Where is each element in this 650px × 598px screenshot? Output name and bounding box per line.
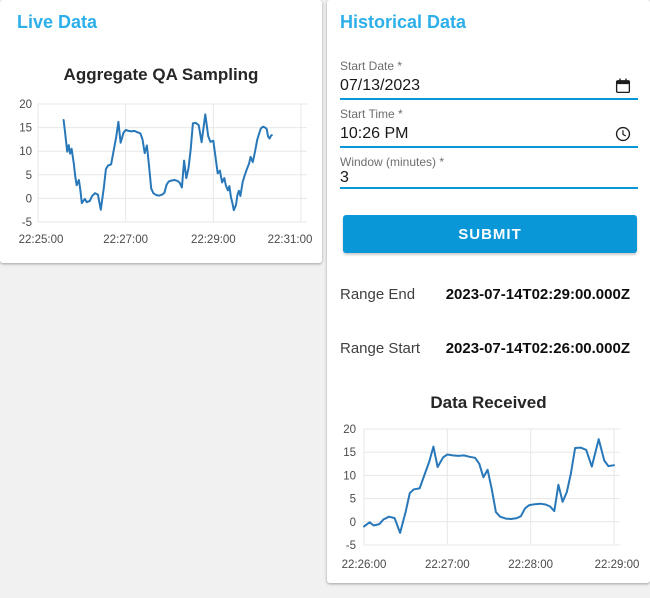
svg-text:15: 15 [343,447,356,459]
svg-text:15: 15 [19,123,32,135]
svg-text:22:25:00: 22:25:00 [19,234,64,246]
live-chart-canvas: 20 15 10 5 0 -5 22:25:00 22:27:00 22:29:00 22:31:… [19,99,313,246]
svg-text:22:31:00: 22:31:00 [268,234,313,246]
svg-text:-5: -5 [22,217,32,229]
svg-text:22:27:00: 22:27:00 [425,559,470,571]
svg-text:5: 5 [350,494,356,506]
historical-chart-canvas: 20 15 10 5 0 -5 22:26:00 22:27:00 22:28:00 22:29:… [342,424,640,571]
historical-data-panel: Historical Data Start Date * Start Time … [327,0,650,583]
svg-text:0: 0 [26,193,32,205]
svg-text:5: 5 [26,170,32,182]
svg-text:22:26:00: 22:26:00 [342,559,387,571]
svg-text:20: 20 [19,99,32,111]
svg-text:22:28:00: 22:28:00 [508,559,553,571]
svg-text:10: 10 [19,146,32,158]
svg-text:10: 10 [343,470,356,482]
svg-text:22:29:00: 22:29:00 [191,234,236,246]
svg-text:20: 20 [343,424,356,436]
svg-text:-5: -5 [346,540,356,552]
svg-text:22:27:00: 22:27:00 [103,234,148,246]
dashboard: Live Data Aggregate QA Sampling 20 15 10 5 0… [0,0,650,598]
svg-text:0: 0 [350,517,356,529]
live-data-panel: Live Data Aggregate QA Sampling 20 15 10 5 0… [0,0,322,263]
svg-text:22:29:00: 22:29:00 [595,559,640,571]
